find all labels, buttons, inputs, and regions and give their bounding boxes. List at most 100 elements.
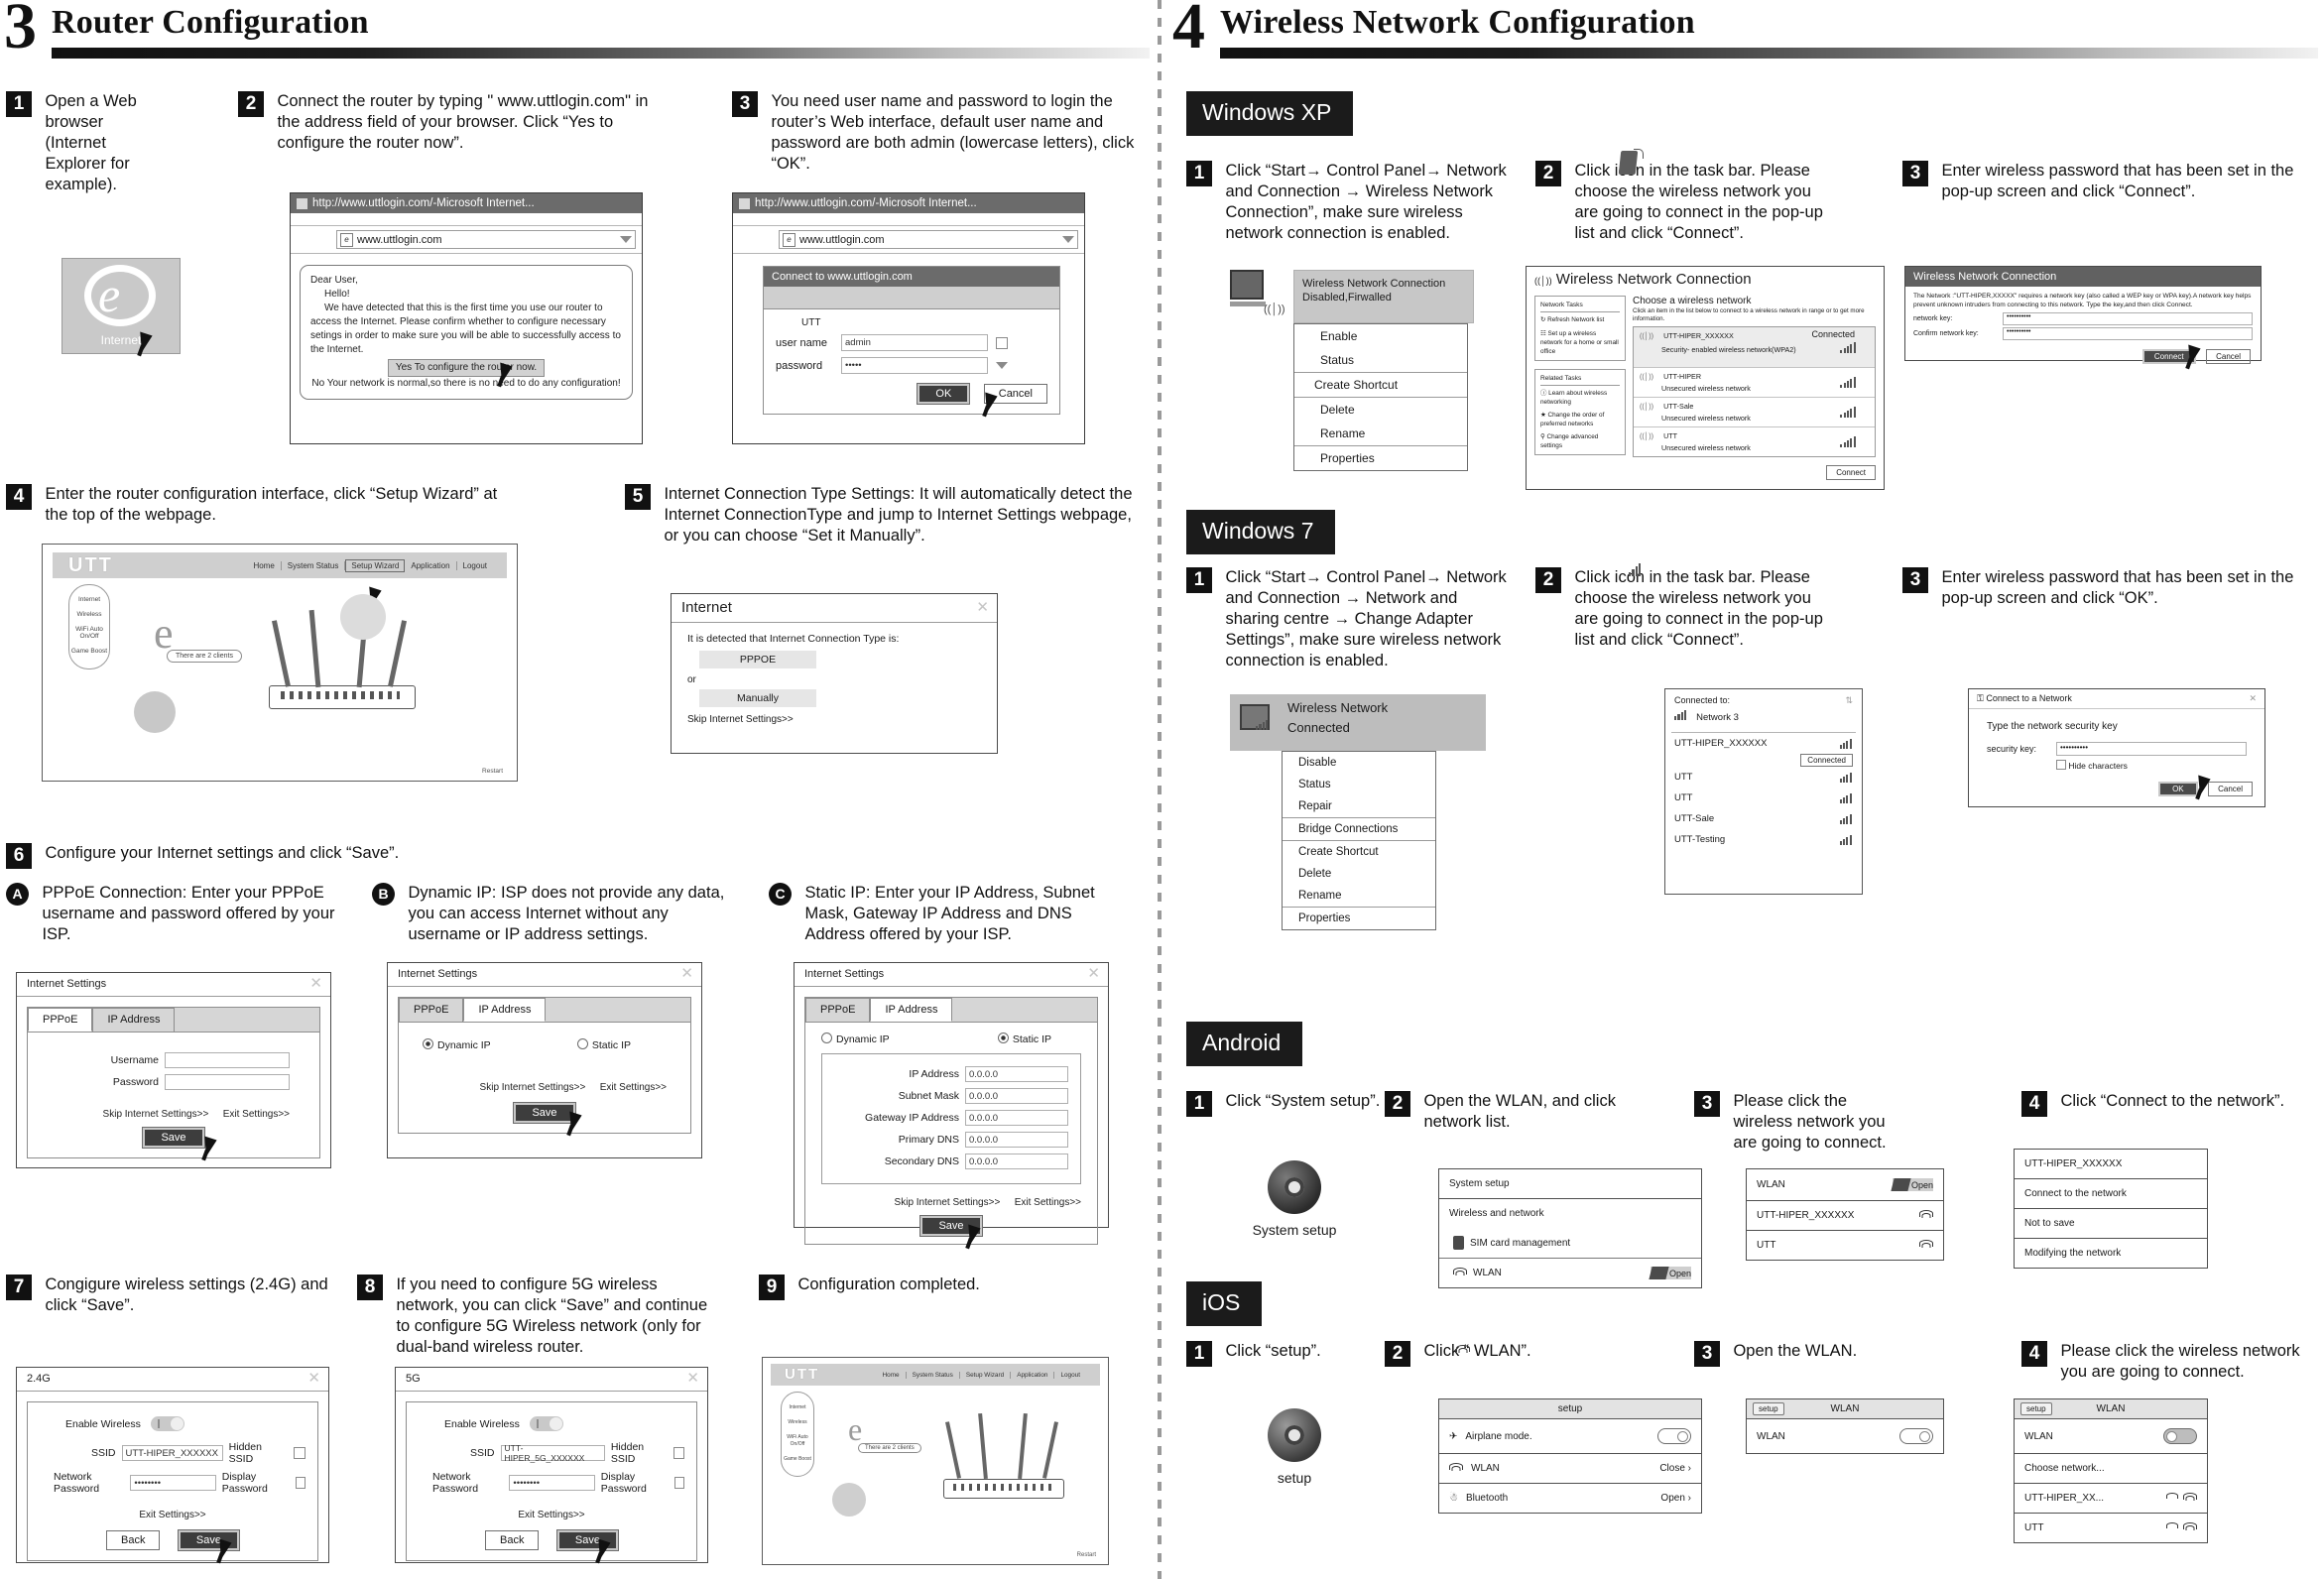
back-button[interactable]: Back <box>106 1530 161 1550</box>
ssid-input[interactable]: UTT-HIPER_XXXXXX <box>121 1445 223 1461</box>
nav-system-status[interactable]: System Status <box>906 1371 960 1379</box>
card-row-wlan[interactable]: WLAN Open <box>1439 1259 1701 1287</box>
chevron-down-icon[interactable] <box>620 236 632 243</box>
card-row-connect[interactable]: Connect to the network <box>2015 1179 2207 1209</box>
task-setup-wireless[interactable]: ☷ Set up a wireless network for a home o… <box>1540 329 1620 356</box>
close-icon[interactable]: ✕ <box>686 1371 699 1386</box>
tab-pppoe[interactable]: PPPoE <box>805 998 871 1022</box>
network-password-input[interactable]: •••••••• <box>509 1475 595 1491</box>
manually-button[interactable]: Manually <box>699 689 816 707</box>
router-nav[interactable]: Home System Status Setup Wizard Application… <box>876 1371 1086 1379</box>
display-password-checkbox[interactable] <box>673 1477 684 1489</box>
yes-configure-button[interactable]: Yes To configure the router now. <box>387 359 546 377</box>
back-button[interactable]: Back <box>485 1530 540 1550</box>
skip-internet-settings-link[interactable]: Skip Internet Settings>> <box>480 1082 586 1093</box>
username-input[interactable] <box>165 1052 290 1068</box>
card-row-modify[interactable]: Modifying the network <box>2015 1239 2207 1268</box>
menu-item-create-shortcut[interactable]: Create Shortcut <box>1294 373 1467 398</box>
nav-application[interactable]: Application <box>1011 1371 1055 1379</box>
cancel-button[interactable]: Cancel <box>2206 349 2251 364</box>
ip-address-input[interactable]: 0.0.0.0 <box>965 1066 1068 1082</box>
static-ip-radio[interactable]: Static IP <box>997 1032 1051 1045</box>
ok-button[interactable]: OK <box>2158 782 2198 796</box>
side-item-game-boost[interactable]: Game Boost <box>69 648 109 655</box>
selected-network[interactable]: UTT-HIPER_XXXXXX <box>1674 738 1767 749</box>
card-row-airplane[interactable]: ✈ Airplane mode. <box>1439 1419 1701 1454</box>
enable-wireless-toggle[interactable] <box>150 1416 184 1431</box>
gear-icon[interactable] <box>1268 1160 1321 1214</box>
dynamic-ip-radio[interactable]: Dynamic IP <box>423 1038 491 1051</box>
display-password-checkbox[interactable] <box>295 1477 306 1489</box>
hidden-ssid-checkbox[interactable] <box>673 1447 685 1459</box>
card-row-network[interactable]: UTT-HIPER_XX... <box>2015 1484 2207 1514</box>
connect-button[interactable]: Connect <box>1826 465 1876 480</box>
network-row[interactable]: UTT-Sale <box>1665 808 1862 829</box>
gear-icon[interactable] <box>1268 1408 1321 1462</box>
exit-settings-link[interactable]: Exit Settings>> <box>223 1109 290 1120</box>
menu-item-bridge[interactable]: Bridge Connections <box>1283 818 1435 841</box>
network-row[interactable]: UTT <box>1665 788 1862 808</box>
nav-home[interactable]: Home <box>876 1371 907 1379</box>
card-row-system-setup[interactable]: System setup <box>1439 1169 1701 1199</box>
card-row-network[interactable]: UTT <box>1747 1231 1943 1260</box>
username-input[interactable]: admin <box>841 334 988 351</box>
primary-dns-input[interactable]: 0.0.0.0 <box>965 1132 1068 1148</box>
security-key-input[interactable]: •••••••••• <box>2056 742 2247 756</box>
network-password-input[interactable]: •••••••• <box>130 1475 216 1491</box>
ssid-input[interactable]: UTT-HIPER_5G_XXXXXX <box>500 1443 605 1463</box>
menu-item-status[interactable]: Status <box>1283 774 1435 795</box>
card-row-wlan[interactable]: WLAN Close › <box>1439 1454 1701 1484</box>
exit-settings-link[interactable]: Exit Settings>> <box>1015 1197 1081 1208</box>
menu-item-rename[interactable]: Rename <box>1294 422 1467 446</box>
card-row-bluetooth[interactable]: ☃ Bluetooth Open › <box>1439 1484 1701 1513</box>
back-button[interactable]: setup <box>2020 1402 2052 1415</box>
related-advanced[interactable]: ⚲ Change advanced settings <box>1540 432 1620 450</box>
cancel-button[interactable]: Cancel <box>2208 782 2253 796</box>
tab-pppoe[interactable]: PPPoE <box>28 1008 93 1032</box>
password-input[interactable]: ••••• <box>841 357 988 374</box>
skip-internet-settings-link[interactable]: Skip Internet Settings>> <box>895 1197 1001 1208</box>
dynamic-ip-radio[interactable]: Dynamic IP <box>821 1032 890 1045</box>
network-row[interactable]: ((│)) UTT-Sale Unsecured wireless networ… <box>1634 398 1875 427</box>
close-icon[interactable]: ✕ <box>1087 966 1100 981</box>
nav-system-status[interactable]: System Status <box>281 560 346 570</box>
side-item-wireless[interactable]: Wireless <box>69 611 109 618</box>
remember-checkbox[interactable] <box>996 336 1008 349</box>
card-row-wlan[interactable]: WLAN <box>1747 1419 1943 1453</box>
refresh-icon[interactable]: ⇅ <box>1845 695 1853 706</box>
pppoe-button[interactable]: PPPOE <box>699 651 816 668</box>
skip-internet-settings-link[interactable]: Skip Internet Settings>> <box>687 714 981 725</box>
network-key-input[interactable]: •••••••••• <box>2003 312 2253 325</box>
secondary-dns-input[interactable]: 0.0.0.0 <box>965 1154 1068 1169</box>
card-row-not-save[interactable]: Not to save <box>2015 1209 2207 1239</box>
close-icon[interactable]: ✕ <box>307 1371 320 1386</box>
related-learn[interactable]: ⓘ Learn about wireless networking <box>1540 389 1620 407</box>
network-row[interactable]: ((│)) UTT-HIPER Unsecured wireless netwo… <box>1634 368 1875 398</box>
menu-item-delete[interactable]: Delete <box>1283 863 1435 885</box>
gateway-input[interactable]: 0.0.0.0 <box>965 1110 1068 1126</box>
tab-ip-address[interactable]: IP Address <box>463 998 547 1022</box>
side-item-wifi-auto[interactable]: WiFi Auto On/Off <box>69 626 109 640</box>
menu-item-delete[interactable]: Delete <box>1294 398 1467 422</box>
tab-ip-address[interactable]: IP Address <box>870 998 953 1022</box>
wlan-toggle[interactable]: Open <box>1891 1178 1933 1191</box>
card-row-network[interactable]: UTT <box>2015 1514 2207 1542</box>
side-item-internet[interactable]: Internet <box>782 1403 813 1410</box>
task-refresh[interactable]: ↻ Refresh Network list <box>1540 315 1620 324</box>
password-input[interactable] <box>165 1074 290 1090</box>
static-ip-radio[interactable]: Static IP <box>576 1038 631 1051</box>
chevron-down-icon[interactable] <box>996 362 1008 369</box>
close-icon[interactable]: ✕ <box>309 976 322 991</box>
save-button[interactable]: Save <box>142 1127 205 1149</box>
menu-item-rename[interactable]: Rename <box>1283 885 1435 908</box>
wlan-toggle[interactable]: Open <box>1649 1267 1691 1279</box>
menu-item-status[interactable]: Status <box>1294 348 1467 373</box>
ok-button[interactable]: OK <box>917 383 971 405</box>
skip-internet-settings-link[interactable]: Skip Internet Settings>> <box>103 1109 209 1120</box>
connected-button[interactable]: Connected <box>1800 754 1853 767</box>
back-button[interactable]: setup <box>1753 1402 1784 1415</box>
card-row-wireless-network[interactable]: Wireless and network <box>1439 1199 1701 1228</box>
network-row[interactable]: ((│)) UTT-HIPER_XXXXXX Connected Securit… <box>1634 327 1875 368</box>
menu-item-repair[interactable]: Repair <box>1283 795 1435 818</box>
exit-settings-link[interactable]: Exit Settings>> <box>139 1510 205 1520</box>
